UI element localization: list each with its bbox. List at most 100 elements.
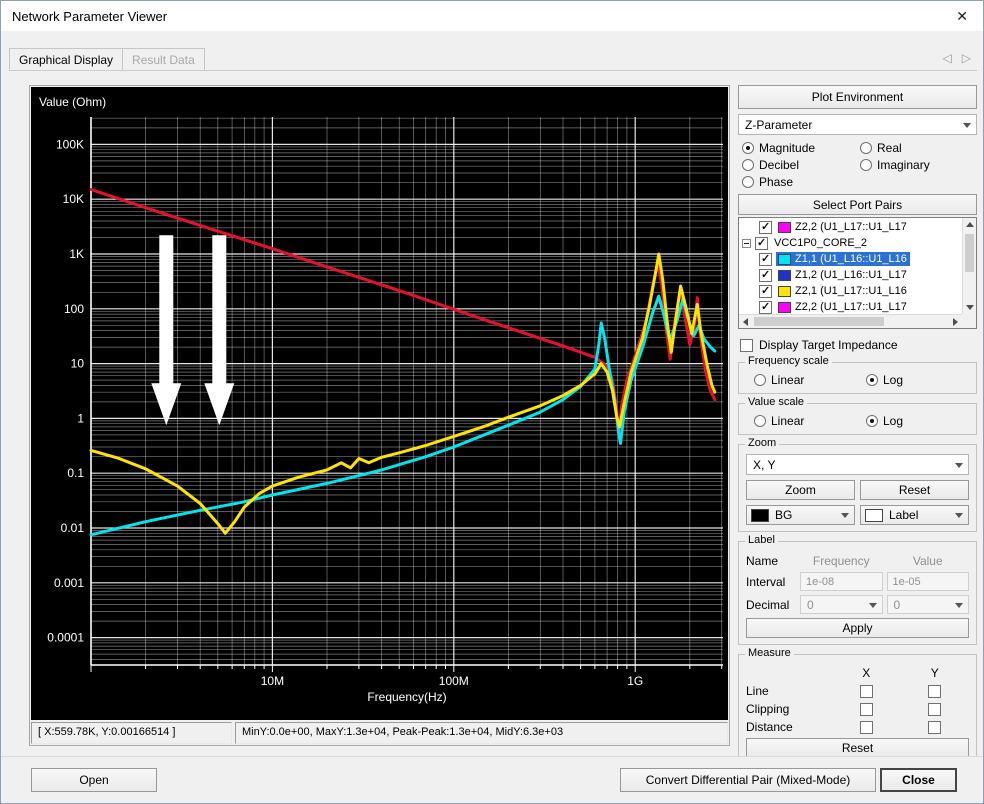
zoom-mode-dropdown[interactable]: X, Y bbox=[746, 454, 969, 475]
radio-icon bbox=[742, 159, 754, 171]
radio-icon bbox=[742, 176, 754, 188]
port-pair-list: Z2,2 (U1_L17::U1_L17VCC1P0_CORE_2Z1,1 (U… bbox=[738, 217, 977, 329]
port-pair-checkbox[interactable] bbox=[759, 269, 772, 282]
horizontal-scroll-thumb[interactable] bbox=[754, 317, 884, 326]
frequency-scale-group: Frequency scale LinearLog bbox=[738, 362, 977, 394]
y-tick-label: 0.0001 bbox=[47, 631, 84, 645]
scrollbar-corner bbox=[962, 314, 976, 328]
measure-x-checkbox[interactable] bbox=[860, 685, 873, 698]
bg-color-dropdown[interactable]: BG bbox=[746, 505, 855, 525]
y-tick-label: 10 bbox=[71, 357, 85, 371]
tree-collapse-icon[interactable] bbox=[742, 239, 751, 248]
close-button[interactable]: Close bbox=[880, 768, 957, 792]
label-color-swatch bbox=[865, 509, 883, 522]
port-pair-checkbox[interactable] bbox=[759, 253, 772, 266]
chevron-down-icon bbox=[955, 463, 963, 468]
select-port-pairs-button[interactable]: Select Port Pairs bbox=[738, 194, 977, 215]
radio-freq-log[interactable]: Log bbox=[866, 372, 969, 387]
label-color-dropdown[interactable]: Label bbox=[860, 505, 969, 525]
y-tick-label: 100 bbox=[64, 302, 84, 316]
interval-value-input[interactable] bbox=[887, 572, 970, 591]
tab-bar: Graphical Display Result Data ◁ ▷ bbox=[9, 46, 977, 71]
close-icon[interactable]: ✕ bbox=[952, 9, 972, 23]
radio-freq-linear[interactable]: Linear bbox=[754, 372, 866, 387]
port-pair-row[interactable]: Z2,2 (U1_L17::U1_L17 bbox=[739, 219, 962, 235]
port-pair-label: Z2,2 (U1_L17::U1_L17 bbox=[795, 301, 907, 313]
tab-result-data[interactable]: Result Data bbox=[123, 48, 205, 70]
port-pair-row[interactable]: Z1,1 (U1_L16::U1_L16 bbox=[739, 251, 962, 267]
tab-graphical-display[interactable]: Graphical Display bbox=[9, 48, 123, 70]
plot-environment-button[interactable]: Plot Environment bbox=[738, 85, 977, 109]
port-pair-label: Z2,1 (U1_L17::U1_L16 bbox=[795, 285, 907, 297]
value-scale-group: Value scale LinearLog bbox=[738, 403, 977, 435]
value-column-header: Value bbox=[887, 554, 970, 568]
value-scale-options: LinearLog bbox=[754, 413, 969, 428]
radio-value-log[interactable]: Log bbox=[866, 413, 969, 428]
radio-icon bbox=[866, 374, 878, 386]
interval-frequency-input[interactable] bbox=[800, 572, 883, 591]
horizontal-scrollbar[interactable] bbox=[739, 314, 962, 328]
tab-next-icon[interactable]: ▷ bbox=[962, 51, 971, 65]
radio-icon bbox=[860, 142, 872, 154]
radio-real[interactable]: Real bbox=[860, 140, 977, 155]
chevron-down-icon bbox=[841, 513, 849, 518]
port-pair-checkbox[interactable] bbox=[759, 285, 772, 298]
port-pair-label: Z1,1 (U1_L16::U1_L16 bbox=[795, 253, 907, 265]
port-pair-row[interactable]: Z2,1 (U1_L17::U1_L16 bbox=[739, 283, 962, 299]
bg-color-swatch bbox=[751, 509, 769, 522]
convert-differential-pair-button[interactable]: Convert Differential Pair (Mixed-Mode) bbox=[620, 768, 876, 792]
titlebar: Network Parameter Viewer ✕ bbox=[1, 1, 983, 31]
y-tick-label: 10K bbox=[63, 192, 84, 206]
scroll-up-icon[interactable] bbox=[966, 222, 974, 227]
stats-readout: MinY:0.0e+00, MaxY:1.3e+04, Peak-Peak:1.… bbox=[235, 722, 728, 744]
scroll-right-icon[interactable] bbox=[953, 318, 958, 326]
y-tick-label: 100K bbox=[56, 137, 84, 151]
y-tick-label: 0.01 bbox=[61, 521, 85, 535]
port-pair-row[interactable]: Z1,2 (U1_L16::U1_L17 bbox=[739, 267, 962, 283]
port-pair-checkbox[interactable] bbox=[759, 221, 772, 234]
measure-y-checkbox[interactable] bbox=[928, 685, 941, 698]
decimal-frequency-dropdown[interactable]: 0 bbox=[800, 595, 883, 614]
x-tick-label: 100M bbox=[439, 674, 469, 688]
port-pair-checkbox[interactable] bbox=[759, 301, 772, 314]
measure-x-checkbox[interactable] bbox=[860, 703, 873, 716]
measure-y-checkbox[interactable] bbox=[928, 703, 941, 716]
plot-canvas[interactable]: 100K10K1K1001010.10.010.0010.000110M100M… bbox=[31, 87, 728, 720]
apply-button[interactable]: Apply bbox=[746, 618, 969, 638]
trace-color-swatch bbox=[778, 302, 791, 313]
decimal-value-dropdown[interactable]: 0 bbox=[887, 595, 970, 614]
radio-value-linear[interactable]: Linear bbox=[754, 413, 866, 428]
zoom-button[interactable]: Zoom bbox=[746, 480, 855, 500]
name-label: Name bbox=[746, 554, 796, 568]
open-button[interactable]: Open bbox=[31, 768, 157, 792]
parameter-dropdown[interactable]: Z-Parameter bbox=[738, 114, 977, 135]
radio-icon bbox=[754, 415, 766, 427]
vertical-scrollbar[interactable] bbox=[962, 218, 976, 314]
measure-x-checkbox[interactable] bbox=[860, 721, 873, 734]
format-radio-group: MagnitudeRealDecibelImaginaryPhase bbox=[742, 140, 977, 189]
port-pair-row[interactable]: Z2,2 (U1_L17::U1_L17 bbox=[739, 299, 962, 314]
scroll-left-icon[interactable] bbox=[743, 318, 748, 326]
tab-prev-icon[interactable]: ◁ bbox=[943, 51, 952, 65]
radio-decibel[interactable]: Decibel bbox=[742, 157, 860, 172]
scroll-down-icon[interactable] bbox=[966, 305, 974, 310]
chevron-down-icon bbox=[955, 603, 963, 608]
radio-imaginary[interactable]: Imaginary bbox=[860, 157, 977, 172]
radio-icon bbox=[860, 159, 872, 171]
radio-phase[interactable]: Phase bbox=[742, 174, 860, 189]
zoom-reset-button[interactable]: Reset bbox=[860, 480, 969, 500]
trace-color-swatch bbox=[778, 254, 791, 265]
radio-magnitude[interactable]: Magnitude bbox=[742, 140, 860, 155]
port-pair-row[interactable]: VCC1P0_CORE_2 bbox=[739, 235, 962, 251]
display-target-impedance-checkbox[interactable] bbox=[740, 339, 753, 352]
port-pair-checkbox[interactable] bbox=[755, 237, 768, 250]
trace-color-swatch bbox=[778, 286, 791, 297]
measure-reset-button[interactable]: Reset bbox=[746, 738, 969, 758]
measure-group: Measure X Y LineClippingDistance Reset bbox=[738, 654, 977, 765]
vertical-scroll-thumb[interactable] bbox=[965, 234, 974, 272]
measure-y-checkbox[interactable] bbox=[928, 721, 941, 734]
plot-area: 100K10K1K1001010.10.010.0010.000110M100M… bbox=[31, 87, 728, 720]
x-tick-label: 10M bbox=[261, 674, 284, 688]
display-target-impedance-row[interactable]: Display Target Impedance bbox=[740, 337, 977, 353]
chevron-down-icon bbox=[955, 513, 963, 518]
